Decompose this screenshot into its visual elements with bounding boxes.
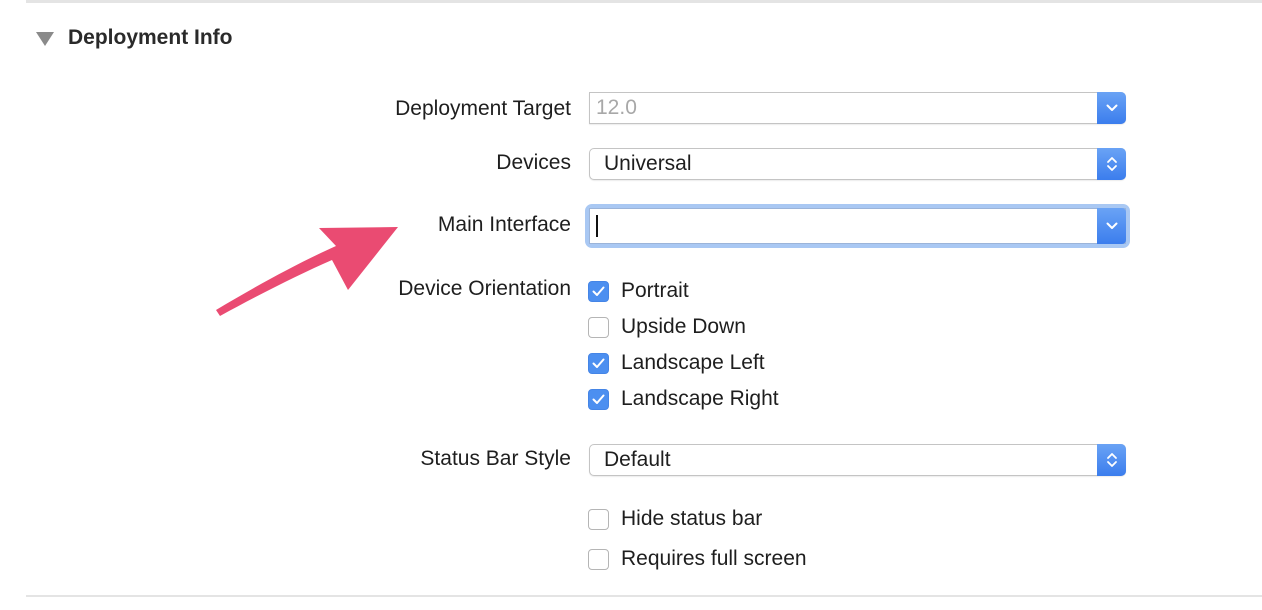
orientation-label: Landscape Right <box>621 387 779 410</box>
deployment-target-value: 12.0 <box>596 96 637 119</box>
orientation-option[interactable]: Landscape Right <box>588 387 779 411</box>
status-bar-style-label: Status Bar Style <box>420 447 571 470</box>
hide-status-bar-label: Hide status bar <box>621 507 763 530</box>
requires-full-screen-checkbox[interactable] <box>588 548 609 570</box>
up-down-chevron-icon[interactable] <box>1097 148 1126 180</box>
hide-status-bar-checkbox[interactable] <box>588 508 609 530</box>
device-orientation-label: Device Orientation <box>398 277 571 300</box>
orientation-checkbox[interactable] <box>588 280 609 302</box>
orientation-option[interactable]: Portrait <box>588 279 689 303</box>
devices-popup[interactable]: Universal <box>589 148 1126 180</box>
up-down-chevron-icon[interactable] <box>1097 444 1126 476</box>
orientation-label: Landscape Left <box>621 351 765 374</box>
annotation-arrow-icon <box>216 227 398 316</box>
orientation-checkbox[interactable] <box>588 352 609 374</box>
text-caret <box>596 215 598 237</box>
hide-status-bar-checkbox-row[interactable]: Hide status bar <box>588 507 762 531</box>
section-header[interactable]: Deployment Info <box>36 26 233 50</box>
devices-label: Devices <box>496 151 571 174</box>
checkmark-icon <box>592 358 605 368</box>
disclosure-triangle-icon[interactable] <box>36 32 54 46</box>
checkmark-icon <box>592 394 605 404</box>
main-interface-label: Main Interface <box>437 213 571 236</box>
section-title: Deployment Info <box>68 26 233 49</box>
main-interface-combo[interactable] <box>589 208 1126 244</box>
deployment-target-label: Deployment Target <box>395 97 571 120</box>
requires-full-screen-checkbox-row[interactable]: Requires full screen <box>588 547 807 571</box>
bottom-divider <box>26 595 1262 597</box>
status-bar-style-popup[interactable]: Default <box>589 444 1126 476</box>
status-bar-style-value: Default <box>604 448 671 471</box>
devices-value: Universal <box>604 152 692 175</box>
orientation-option[interactable]: Landscape Left <box>588 351 765 375</box>
orientation-label: Upside Down <box>621 315 746 338</box>
orientation-checkbox[interactable] <box>588 388 609 410</box>
requires-full-screen-label: Requires full screen <box>621 547 807 570</box>
orientation-option[interactable]: Upside Down <box>588 315 746 339</box>
deployment-target-combo[interactable]: 12.0 <box>589 92 1126 124</box>
orientation-checkbox[interactable] <box>588 316 609 338</box>
chevron-down-icon[interactable] <box>1097 208 1126 244</box>
top-divider <box>26 0 1262 3</box>
orientation-label: Portrait <box>621 279 689 302</box>
checkmark-icon <box>592 286 605 296</box>
chevron-down-icon[interactable] <box>1097 92 1126 124</box>
